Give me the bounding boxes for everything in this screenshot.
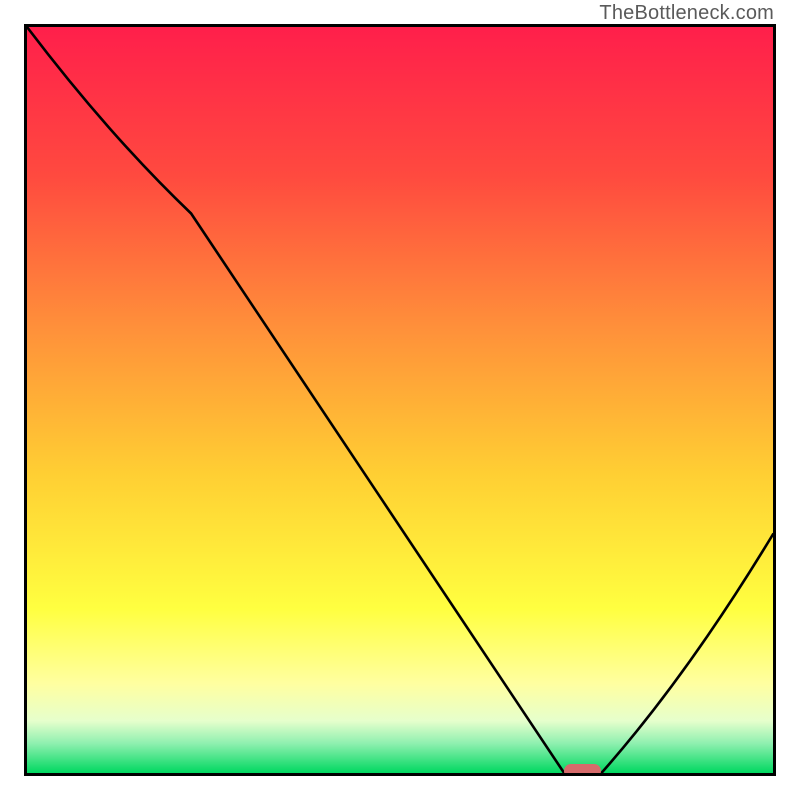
optimal-zone-marker	[564, 764, 601, 776]
watermark-text: TheBottleneck.com	[599, 2, 774, 25]
bottleneck-curve	[27, 27, 773, 773]
chart-frame	[24, 24, 776, 776]
